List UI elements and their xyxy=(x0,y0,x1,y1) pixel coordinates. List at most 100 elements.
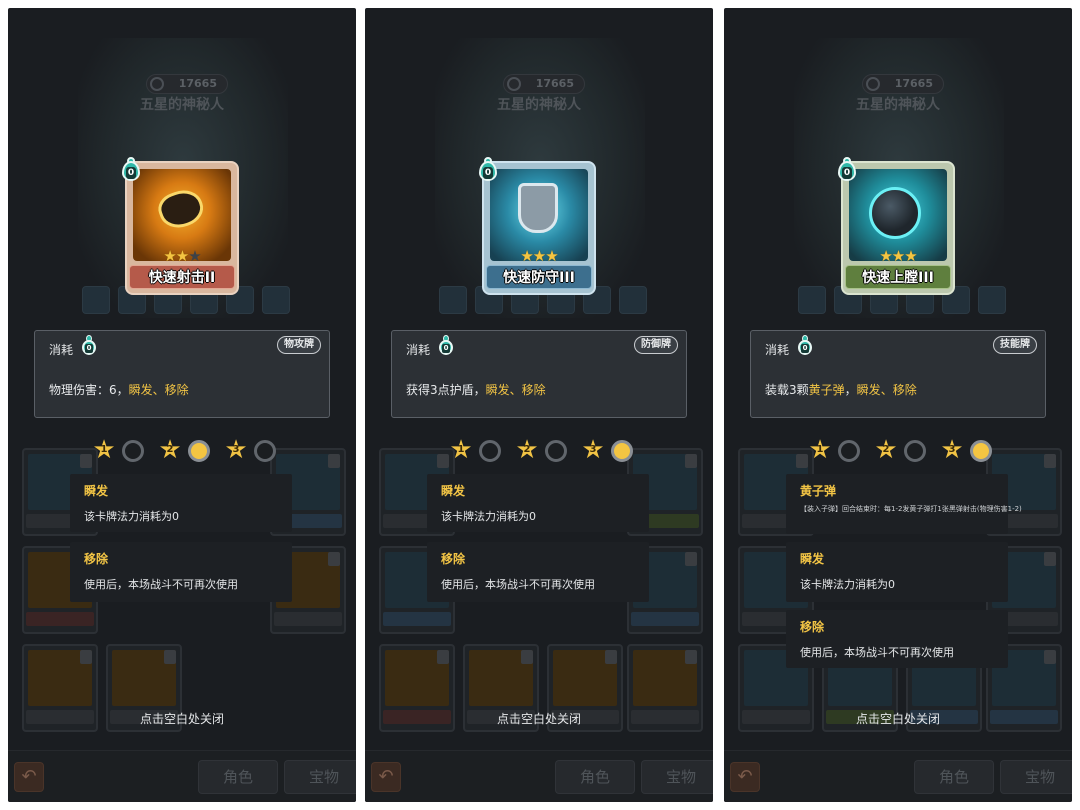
level-dot[interactable] xyxy=(838,440,860,462)
tab-role[interactable]: 角色 xyxy=(914,760,994,794)
slot-icon xyxy=(619,286,647,314)
level-1[interactable]: ★ 1 xyxy=(808,437,864,464)
game-screen-3[interactable]: 17665 五星的神秘人 ★★★ 快速上膛III 0 消耗 0 技能牌 装载3颗… xyxy=(724,8,1072,802)
card-description: 装载3颗黄子弹，瞬发、移除 xyxy=(765,383,917,397)
card-stars: ★★★ xyxy=(125,247,239,265)
keyword-tooltip: 瞬发 该卡牌法力消耗为0 xyxy=(427,474,649,532)
card-info-popup: 消耗 0 技能牌 装载3颗黄子弹，瞬发、移除 xyxy=(750,330,1046,418)
featured-card[interactable]: ★★★ 快速防守III 0 xyxy=(479,157,596,295)
level-1[interactable]: ★ 1 xyxy=(449,437,505,464)
level-3[interactable]: ★ 3 xyxy=(940,437,996,464)
close-hint: 点击空白处关闭 xyxy=(496,712,581,726)
cost-label: 消耗 xyxy=(406,343,431,357)
card-info-popup: 消耗 0 防御牌 获得3点护盾，瞬发、移除 xyxy=(391,330,687,418)
level-dot[interactable] xyxy=(545,440,567,462)
level-dot-active[interactable] xyxy=(188,440,210,462)
card-type-badge: 防御牌 xyxy=(634,336,678,354)
keyword-tooltip: 黄子弹 【装入子弹】回合结束时：每1-2发黄子弹打1张黑弹射击(物理伤害1-2) xyxy=(786,474,1022,534)
level-dot-active[interactable] xyxy=(611,440,633,462)
game-screen-2[interactable]: 17665 五星的神秘人 ★★★ 快速防守III 0 消耗 0 防御牌 获得3点… xyxy=(365,8,713,802)
star-empty-icon: ★ xyxy=(188,247,201,265)
back-arrow-icon[interactable]: ↶ xyxy=(371,762,401,792)
level-2[interactable]: ★ 2 xyxy=(158,437,214,464)
card-name: 快速上膛III xyxy=(845,265,951,289)
mana-drop-icon: 0 xyxy=(797,335,813,357)
featured-card[interactable]: ★★★ 快速上膛III 0 xyxy=(838,157,955,295)
card-name: 快速射击II xyxy=(129,265,235,289)
keyword-tooltip: 移除 使用后，本场战斗不可再次使用 xyxy=(786,610,1008,668)
tab-role[interactable]: 角色 xyxy=(555,760,635,794)
slot-icon xyxy=(439,286,467,314)
level-dot[interactable] xyxy=(254,440,276,462)
tab-treasure[interactable]: 宝物 xyxy=(1000,760,1072,794)
star-icon: ★ xyxy=(175,247,189,265)
card-type-badge: 技能牌 xyxy=(993,336,1037,354)
mana-cost-icon: 0 xyxy=(836,157,858,183)
gem-shot-icon xyxy=(154,184,208,234)
level-2[interactable]: ★ 2 xyxy=(874,437,930,464)
slot-icon xyxy=(798,286,826,314)
enemy-score: 17665 xyxy=(503,74,585,94)
back-arrow-icon[interactable]: ↶ xyxy=(730,762,760,792)
card-type-badge: 物攻牌 xyxy=(277,336,321,354)
mana-cost-icon: 0 xyxy=(477,157,499,183)
close-hint: 点击空白处关闭 xyxy=(139,712,224,726)
enemy-score: 17665 xyxy=(146,74,228,94)
cost-label: 消耗 xyxy=(765,343,790,357)
tab-treasure[interactable]: 宝物 xyxy=(284,760,356,794)
slot-icon xyxy=(978,286,1006,314)
bottom-bar: ↶ 角色 宝物 xyxy=(365,750,713,802)
level-dot[interactable] xyxy=(904,440,926,462)
game-screen-1[interactable]: 17665 五星的神秘人 ★★★ 快速射击II 0 消耗 0 物攻牌 物理伤害：… xyxy=(8,8,356,802)
star-icon: ★ xyxy=(879,247,892,265)
level-1[interactable]: ★ 1 xyxy=(92,437,148,464)
star-icon: ★ xyxy=(545,247,558,265)
enemy-name: 五星的神秘人 xyxy=(497,97,581,113)
star-icon: ★ xyxy=(891,247,905,265)
level-3[interactable]: ★ 3 xyxy=(581,437,637,464)
close-hint: 点击空白处关闭 xyxy=(855,712,940,726)
mana-drop-icon: 0 xyxy=(81,335,97,357)
bullet-orb-icon xyxy=(869,187,921,239)
card-stars: ★★★ xyxy=(482,247,596,265)
keyword-tooltip: 瞬发 该卡牌法力消耗为0 xyxy=(786,542,1008,602)
bottom-bar: ↶ 角色 宝物 xyxy=(724,750,1072,802)
level-3[interactable]: ★ 3 xyxy=(224,437,280,464)
card-description: 获得3点护盾，瞬发、移除 xyxy=(406,383,546,397)
score-coin-icon xyxy=(150,77,164,91)
keyword-tooltip: 移除 使用后，本场战斗不可再次使用 xyxy=(427,542,649,602)
back-arrow-icon[interactable]: ↶ xyxy=(14,762,44,792)
tab-role[interactable]: 角色 xyxy=(198,760,278,794)
slot-icon xyxy=(262,286,290,314)
enemy-score: 17665 xyxy=(862,74,944,94)
card-info-popup: 消耗 0 物攻牌 物理伤害：6，瞬发、移除 xyxy=(34,330,330,418)
star-icon: ★ xyxy=(520,247,533,265)
tab-treasure[interactable]: 宝物 xyxy=(641,760,713,794)
level-dot[interactable] xyxy=(479,440,501,462)
score-coin-icon xyxy=(866,77,880,91)
star-icon: ★ xyxy=(532,247,546,265)
star-icon: ★ xyxy=(163,247,176,265)
level-dot[interactable] xyxy=(122,440,144,462)
upgrade-levels: ★ 1 ★ 2 ★ 3 xyxy=(8,437,356,464)
keyword-tooltip: 移除 使用后，本场战斗不可再次使用 xyxy=(70,542,292,602)
card-description: 物理伤害：6，瞬发、移除 xyxy=(49,383,189,397)
mana-cost-icon: 0 xyxy=(120,157,142,183)
level-2[interactable]: ★ 2 xyxy=(515,437,571,464)
level-dot-active[interactable] xyxy=(970,440,992,462)
upgrade-levels: ★ 1 ★ 2 ★ 3 xyxy=(365,437,713,464)
upgrade-levels: ★ 1 ★ 2 ★ 3 xyxy=(724,437,1072,464)
featured-card[interactable]: ★★★ 快速射击II 0 xyxy=(122,157,239,295)
enemy-name: 五星的神秘人 xyxy=(856,97,940,113)
card-stars: ★★★ xyxy=(841,247,955,265)
cost-label: 消耗 xyxy=(49,343,74,357)
score-coin-icon xyxy=(507,77,521,91)
enemy-name: 五星的神秘人 xyxy=(140,97,224,113)
star-icon: ★ xyxy=(904,247,917,265)
keyword-tooltip: 瞬发 该卡牌法力消耗为0 xyxy=(70,474,292,532)
mana-drop-icon: 0 xyxy=(438,335,454,357)
card-name: 快速防守III xyxy=(486,265,592,289)
shield-icon xyxy=(518,183,558,233)
slot-icon xyxy=(82,286,110,314)
bottom-bar: ↶ 角色 宝物 xyxy=(8,750,356,802)
